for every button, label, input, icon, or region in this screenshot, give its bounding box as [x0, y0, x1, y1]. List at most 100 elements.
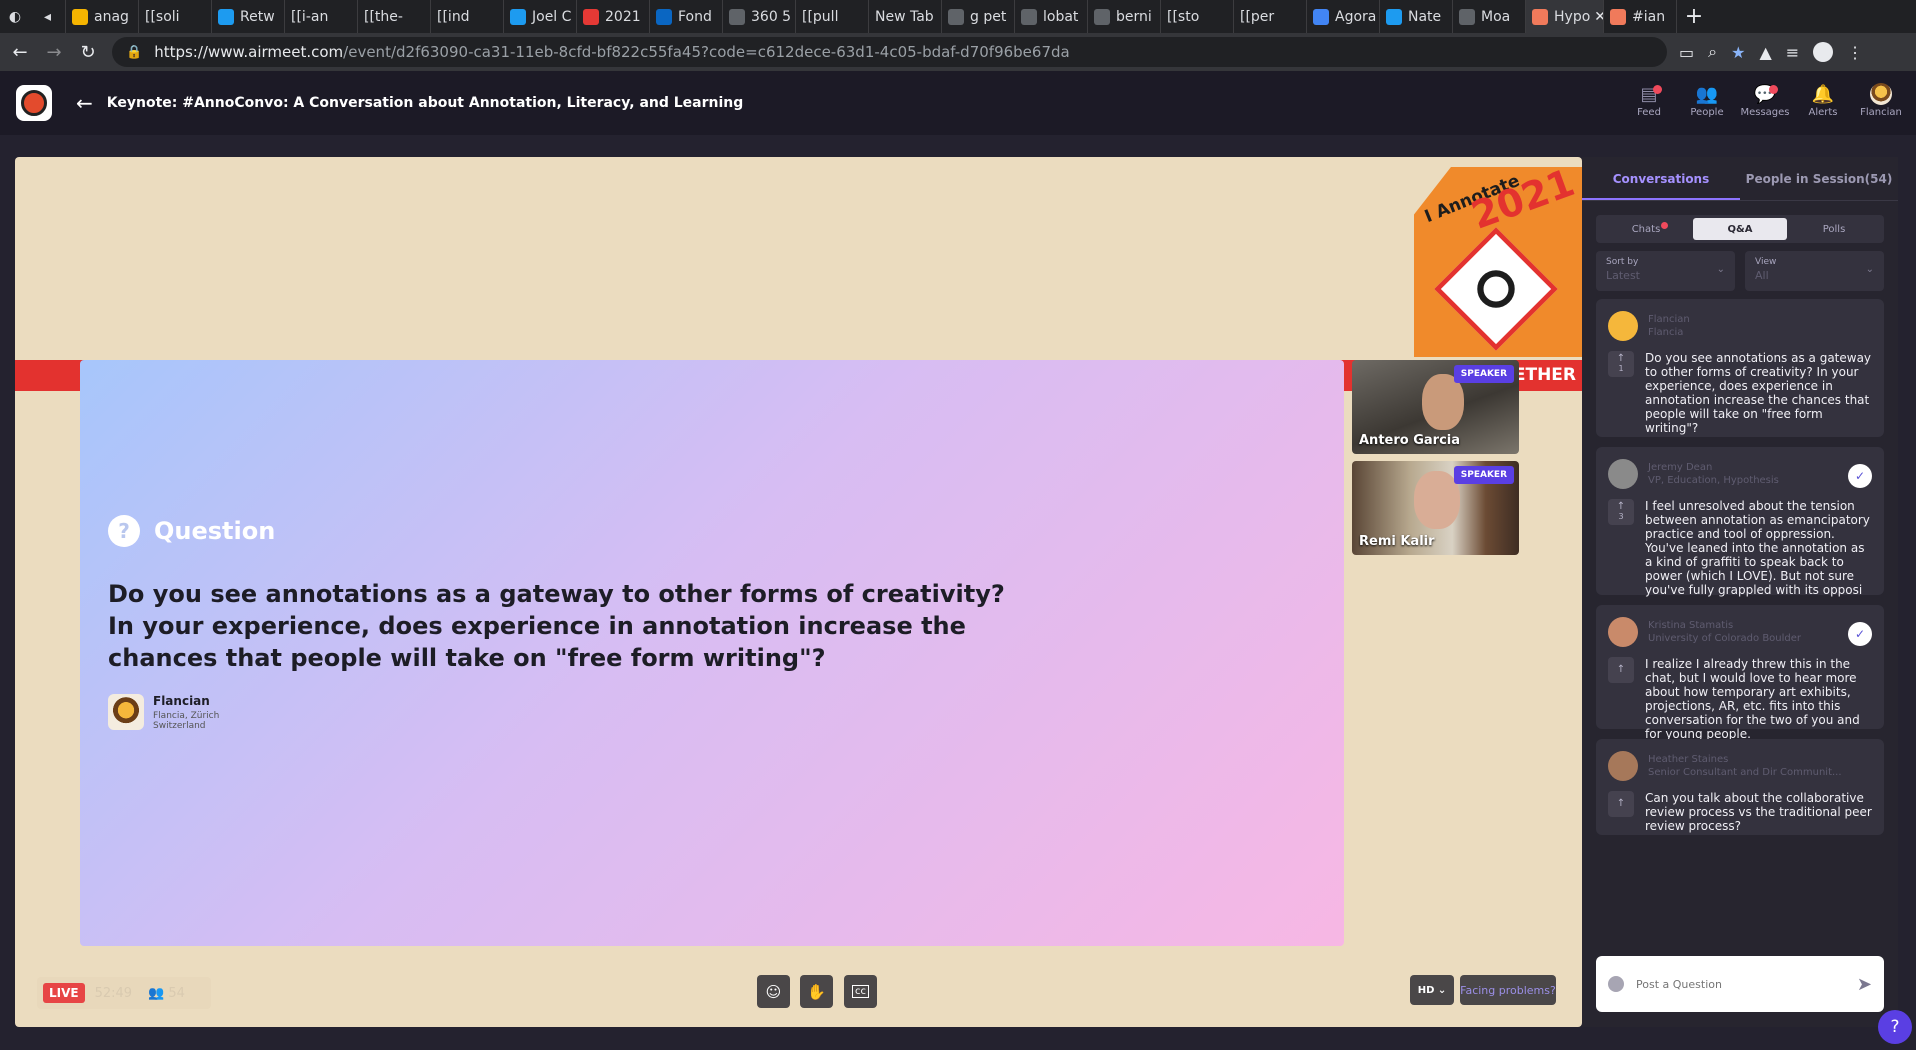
extension-icon[interactable]: ▲ — [1759, 43, 1771, 62]
i-annotate-badge: I Annotate 2021 — [1414, 167, 1582, 357]
tab-favicon-icon — [218, 8, 234, 25]
browser-tab[interactable]: [[soli — [139, 0, 212, 33]
browser-tab[interactable]: [[ind — [431, 0, 504, 33]
browser-tab-label: anag — [94, 8, 129, 25]
raise-hand-button[interactable]: ✋ — [800, 975, 833, 1008]
browser-tab[interactable]: Nate — [1380, 0, 1453, 33]
bell-icon: 🔔 — [1811, 84, 1835, 105]
emoji-icon[interactable] — [1608, 976, 1624, 992]
answered-check-icon: ✓ — [1848, 622, 1872, 646]
upvote-button[interactable]: ↑ 3 — [1608, 499, 1634, 525]
browser-tab-label: berni — [1116, 8, 1152, 25]
asker-subtitle: University of Colorado Boulder — [1648, 633, 1802, 644]
browser-tab[interactable]: [[per — [1234, 0, 1307, 33]
tab-favicon-icon — [1532, 8, 1548, 25]
tab-audio-icon[interactable]: ◂ — [30, 0, 66, 33]
browser-tab[interactable]: Agora — [1307, 0, 1380, 33]
tab-people-in-session[interactable]: People in Session(54) — [1740, 157, 1898, 200]
asker-name: Jeremy Dean — [1648, 462, 1713, 473]
browser-tab[interactable]: [[sto — [1161, 0, 1234, 33]
browser-tab-label: Fond — [678, 8, 712, 25]
segment-qa[interactable]: Q&A — [1693, 218, 1787, 240]
browser-tab[interactable]: Hypo✕ — [1526, 0, 1604, 33]
chevron-down-icon: ⌄ — [1865, 264, 1874, 275]
facing-problems-button[interactable]: Facing problems? — [1460, 975, 1556, 1005]
camera-icon[interactable]: ▭ — [1679, 43, 1694, 62]
browser-tab[interactable]: lobat — [1015, 0, 1088, 33]
profile-avatar-icon[interactable] — [1813, 42, 1834, 62]
qa-filters: Sort by Latest ⌄ View All ⌄ — [1596, 251, 1884, 291]
forward-button[interactable]: → — [40, 42, 68, 63]
send-icon[interactable]: ➤ — [1857, 974, 1872, 995]
panel-tabs: Conversations People in Session(54) — [1582, 157, 1898, 201]
tab-list: anag [[soli Retw [[i-an [[the- [[ind Joel C 202… — [66, 0, 1677, 33]
post-question-input[interactable] — [1636, 977, 1836, 991]
event-logo[interactable] — [16, 85, 52, 121]
tab-favicon-icon — [583, 8, 599, 25]
browser-tab[interactable]: g pet — [942, 0, 1015, 33]
browser-tab[interactable]: berni — [1088, 0, 1161, 33]
browser-tab[interactable]: Moa — [1453, 0, 1526, 33]
speaker-video-1[interactable]: SPEAKER Antero Garcia — [1352, 360, 1519, 454]
nav-people[interactable]: 👥 People — [1678, 83, 1736, 118]
nav-messages-label: Messages — [1740, 107, 1790, 118]
event-title: Keynote: #AnnoConvo: A Conversation abou… — [106, 95, 744, 111]
nav-feed[interactable]: ▤ Feed — [1620, 83, 1678, 118]
zoom-icon[interactable]: ⌕ — [1708, 42, 1717, 62]
segment-polls[interactable]: Polls — [1787, 218, 1881, 240]
tab-close-icon[interactable]: ✕ — [1594, 9, 1603, 25]
browser-tab[interactable]: Joel C — [504, 0, 577, 33]
nav-profile-label: Flancian — [1860, 107, 1902, 118]
captions-button[interactable]: cc — [844, 975, 877, 1008]
browser-tab[interactable]: [[pull — [796, 0, 869, 33]
browser-tab[interactable]: [[the- — [358, 0, 431, 33]
address-toolbar: ← → ↻ 🔒 https://www.airmeet.com/event/d2… — [0, 33, 1916, 71]
browser-tab-label: [[ind — [437, 8, 470, 25]
browser-tab[interactable]: anag — [66, 0, 139, 33]
browser-tab-label: Retw — [240, 8, 275, 25]
browser-tab[interactable]: [[i-an — [285, 0, 358, 33]
nav-messages[interactable]: 💬 Messages — [1736, 83, 1794, 118]
nav-profile[interactable]: Flancian — [1852, 83, 1910, 118]
sort-dropdown[interactable]: Sort by Latest ⌄ — [1596, 251, 1735, 291]
back-button[interactable]: ← — [6, 42, 34, 63]
browser-tab[interactable]: #ian — [1604, 0, 1677, 33]
quality-selector[interactable]: HD ⌄ — [1410, 975, 1454, 1005]
question-card: ? Question Do you see annotations as a g… — [80, 360, 1344, 946]
tab-conversations[interactable]: Conversations — [1582, 157, 1740, 200]
speaker-video-2[interactable]: SPEAKER Remi Kalir — [1352, 461, 1519, 555]
url-bar[interactable]: 🔒 https://www.airmeet.com/event/d2f63090… — [112, 37, 1667, 67]
reaction-button[interactable]: ☺ — [757, 975, 790, 1008]
browser-tab[interactable]: 2021 — [577, 0, 650, 33]
browser-tab-label: [[pull — [802, 8, 839, 25]
nav-feed-label: Feed — [1637, 107, 1661, 118]
url-path: /event/d2f63090-ca31-11eb-8cfd-bf822c55f… — [343, 43, 1070, 61]
tab-favicon-icon — [1313, 8, 1329, 25]
nav-alerts[interactable]: 🔔 Alerts — [1794, 83, 1852, 118]
viewer-count-value: 54 — [168, 985, 185, 1001]
browser-menu-icon[interactable]: ◐ — [0, 0, 30, 33]
back-arrow-icon[interactable]: ← — [76, 91, 93, 115]
browser-tab[interactable]: New Tab — [869, 0, 942, 33]
help-button[interactable]: ? — [1878, 1010, 1912, 1044]
upvote-arrow-icon: ↑ — [1616, 501, 1626, 512]
browser-tab[interactable]: Retw — [212, 0, 285, 33]
browser-tab[interactable]: 360 5 — [723, 0, 796, 33]
browser-tab-label: [[soli — [145, 8, 180, 25]
upvote-button[interactable]: ↑ — [1608, 657, 1634, 683]
bookmark-star-icon[interactable]: ★ — [1731, 43, 1745, 62]
segment-chats[interactable]: Chats — [1599, 218, 1693, 240]
upvote-button[interactable]: ↑ 1 — [1608, 351, 1634, 377]
tab-favicon-icon — [948, 8, 964, 25]
tab-favicon-icon — [656, 8, 672, 25]
upvote-button[interactable]: ↑ — [1608, 791, 1634, 817]
app-header: ← Keynote: #AnnoConvo: A Conversation ab… — [0, 71, 1916, 135]
playlist-icon[interactable]: ≡ — [1786, 43, 1799, 62]
kebab-menu-icon[interactable]: ⋮ — [1847, 43, 1863, 62]
browser-tab[interactable]: Fond — [650, 0, 723, 33]
browser-tab-strip: ◐ ◂ anag [[soli Retw [[i-an [[the- [[ind Joel … — [0, 0, 1916, 33]
new-tab-button[interactable]: + — [1677, 4, 1711, 29]
view-dropdown[interactable]: View All ⌄ — [1745, 251, 1884, 291]
reload-button[interactable]: ↻ — [74, 42, 102, 63]
emoji-icon: ☺ — [765, 982, 782, 1001]
